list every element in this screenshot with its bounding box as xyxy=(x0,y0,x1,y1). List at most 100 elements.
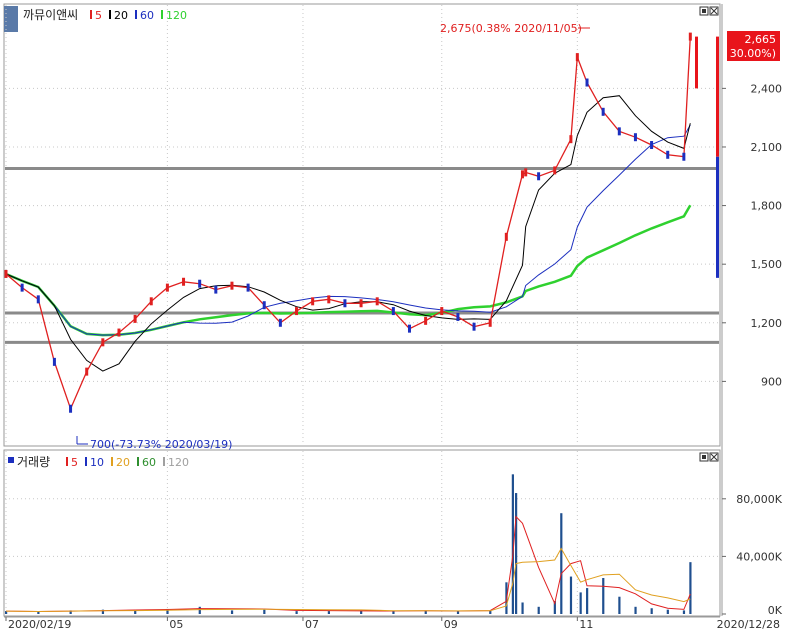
price-candle xyxy=(575,53,579,62)
last-price-change: ( 30.00%) xyxy=(722,47,776,60)
volume-bar xyxy=(689,562,692,614)
price-candle xyxy=(617,127,621,136)
price-tick-label: 900 xyxy=(761,375,782,388)
volume-bar xyxy=(634,606,637,614)
price-tick-label: 2,100 xyxy=(751,141,783,154)
volume-bar xyxy=(682,610,686,614)
volume-bar xyxy=(295,611,298,614)
price-series xyxy=(4,32,719,413)
volume-legend-label-10: 10 xyxy=(90,456,104,469)
x-tick-label: 09 xyxy=(444,618,458,631)
volume-grid xyxy=(5,451,719,615)
volume-tick-label: 40,000K xyxy=(736,550,782,563)
volume-y-axis: 0K 40,000K 80,000K xyxy=(722,493,783,617)
volume-bar xyxy=(327,611,330,614)
volume-bar xyxy=(666,609,669,614)
price-grid xyxy=(5,5,719,445)
price-candle xyxy=(182,277,186,286)
price-candle xyxy=(20,283,24,292)
x-axis: 2020/02/19 05 07 09 11 xyxy=(4,616,720,631)
stock-chart-window: 까뮤이앤씨 5 20 60 120 900 1,200 1,500 1,800 2,100 2,… xyxy=(0,0,786,632)
price-candle xyxy=(504,232,508,241)
price-candle xyxy=(133,314,137,323)
volume-bar xyxy=(456,611,460,614)
volume-panel-close-icon[interactable] xyxy=(709,452,719,462)
volume-bar xyxy=(586,588,589,614)
price-candle xyxy=(295,307,299,316)
price-tick-label: 1,500 xyxy=(751,258,783,271)
price-candle xyxy=(101,338,105,347)
price-candle xyxy=(666,150,670,159)
price-candle xyxy=(262,301,266,310)
volume-bar xyxy=(560,513,563,614)
price-candle xyxy=(585,78,589,87)
x-tick-label: 05 xyxy=(169,618,183,631)
price-candle xyxy=(688,32,692,41)
price-candle xyxy=(52,357,56,366)
price-candle xyxy=(327,295,331,304)
ma-legend-swatch-5 xyxy=(90,10,92,19)
price-candle xyxy=(117,328,121,337)
price-candle xyxy=(424,316,428,325)
price-candle xyxy=(4,269,8,278)
volume-bar xyxy=(392,611,395,614)
ma-legend-label-5: 5 xyxy=(95,9,102,22)
price-panel-restore-icon[interactable] xyxy=(699,6,709,16)
x-tick-label: 11 xyxy=(579,618,593,631)
price-panel-close-icon[interactable] xyxy=(709,6,719,16)
price-candle xyxy=(391,307,395,316)
last-price-value: 2,665 xyxy=(745,33,777,46)
volume-panel-frame xyxy=(3,449,721,617)
volume-legend-marker xyxy=(8,457,14,463)
volume-legend-swatch-5 xyxy=(66,457,68,466)
volume-legend-label-60: 60 xyxy=(142,456,156,469)
price-candle xyxy=(278,318,282,327)
volume-bar xyxy=(263,609,266,614)
price-tick-label: 1,200 xyxy=(751,317,783,330)
volume-bar xyxy=(537,606,540,614)
volume-legend-swatch-20 xyxy=(111,457,113,466)
price-candle xyxy=(488,318,492,327)
low-annotation: 700(-73.73% 2020/03/19) xyxy=(90,438,232,451)
volume-legend-swatch-120 xyxy=(163,457,165,466)
volume-panel-restore-icon[interactable] xyxy=(699,452,709,462)
ma-legend-label-20: 20 xyxy=(114,9,128,22)
ma-legend-swatch-120 xyxy=(161,10,163,19)
volume-legend-swatch-60 xyxy=(137,457,139,466)
volume-bar xyxy=(650,608,653,614)
price-candle xyxy=(456,312,460,321)
axis-range-up xyxy=(716,36,719,157)
volume-legend-label-5: 5 xyxy=(71,456,78,469)
price-candle xyxy=(520,170,524,179)
price-candle xyxy=(85,367,89,376)
price-candle xyxy=(311,297,315,306)
price-candle xyxy=(440,307,444,316)
axis-range-down xyxy=(716,156,719,278)
price-panel-frame xyxy=(3,3,721,447)
volume-bar xyxy=(569,576,573,614)
price-tick-label: 1,800 xyxy=(751,200,783,213)
price-candle xyxy=(553,166,557,175)
price-candle xyxy=(36,295,40,304)
price-candle xyxy=(569,135,573,144)
price-candle xyxy=(524,168,528,177)
price-tick-label: 2,400 xyxy=(751,82,783,95)
volume-legend-label-120: 120 xyxy=(168,456,189,469)
price-candle xyxy=(407,324,411,333)
ma-legend-label-120: 120 xyxy=(166,9,187,22)
price-panel-title: 까뮤이앤씨 xyxy=(23,8,78,22)
volume-bar xyxy=(198,606,201,614)
volume-legend-swatch-10 xyxy=(85,457,87,466)
volume-bar xyxy=(37,611,40,614)
volume-tick-label: 0K xyxy=(768,604,783,617)
ma-legend: 5 20 60 120 xyxy=(90,9,187,22)
volume-bar xyxy=(230,610,234,614)
volume-tick-label: 80,000K xyxy=(736,493,782,506)
volume-bar xyxy=(521,602,524,614)
volume-bars xyxy=(5,474,692,614)
last-candle-marker xyxy=(695,36,698,89)
ma-legend-swatch-60 xyxy=(135,10,137,19)
price-candle xyxy=(359,299,363,308)
price-candle xyxy=(230,281,234,290)
price-candle xyxy=(650,141,654,150)
